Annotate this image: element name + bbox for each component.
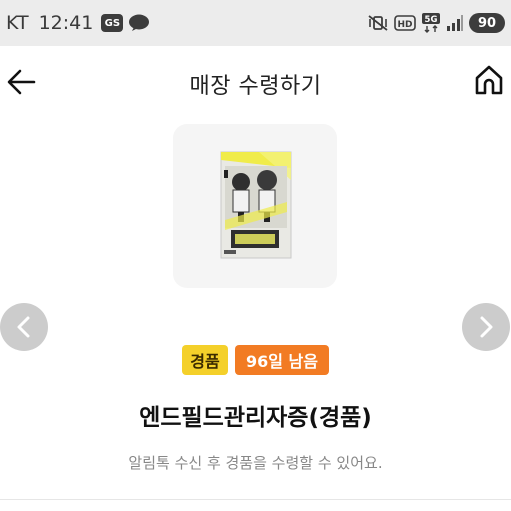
network-5g-icon: 5G bbox=[421, 12, 441, 34]
days-remaining-badge: 96일 남음 bbox=[235, 345, 329, 375]
product-image bbox=[220, 151, 292, 259]
network-label: 5G bbox=[425, 15, 438, 25]
badge-row: 경품 96일 남음 bbox=[0, 345, 511, 375]
kakaotalk-icon bbox=[127, 13, 151, 33]
back-button[interactable] bbox=[4, 64, 40, 100]
chevron-left-icon bbox=[17, 316, 30, 338]
mute-vibrate-icon bbox=[367, 14, 389, 32]
previous-button[interactable] bbox=[0, 303, 48, 351]
divider bbox=[0, 499, 511, 500]
home-button[interactable] bbox=[471, 62, 507, 98]
gs-app-icon: GS bbox=[101, 14, 124, 32]
chevron-right-icon bbox=[480, 316, 493, 338]
header: 매장 수령하기 bbox=[0, 46, 511, 122]
carrier-label: KT bbox=[6, 12, 29, 34]
status-icons: HD 5G 90 bbox=[367, 12, 505, 34]
battery-indicator: 90 bbox=[469, 13, 505, 33]
product-image-card bbox=[173, 124, 337, 288]
hd-voice-icon: HD bbox=[394, 14, 416, 32]
hd-label: HD bbox=[397, 20, 412, 30]
home-icon bbox=[475, 65, 503, 95]
gift-badge: 경품 bbox=[182, 345, 228, 375]
next-button[interactable] bbox=[462, 303, 510, 351]
pickup-hint: 알림톡 수신 후 경품을 수령할 수 있어요. bbox=[128, 454, 383, 472]
arrow-left-icon bbox=[7, 69, 36, 95]
page-title: 매장 수령하기 bbox=[189, 74, 322, 99]
product-name: 엔드필드관리자증(경품) bbox=[139, 405, 372, 431]
clock: 12:41 bbox=[38, 12, 94, 34]
status-bar: KT 12:41 GS HD 5G 90 bbox=[0, 0, 511, 46]
signal-icon bbox=[446, 14, 464, 32]
